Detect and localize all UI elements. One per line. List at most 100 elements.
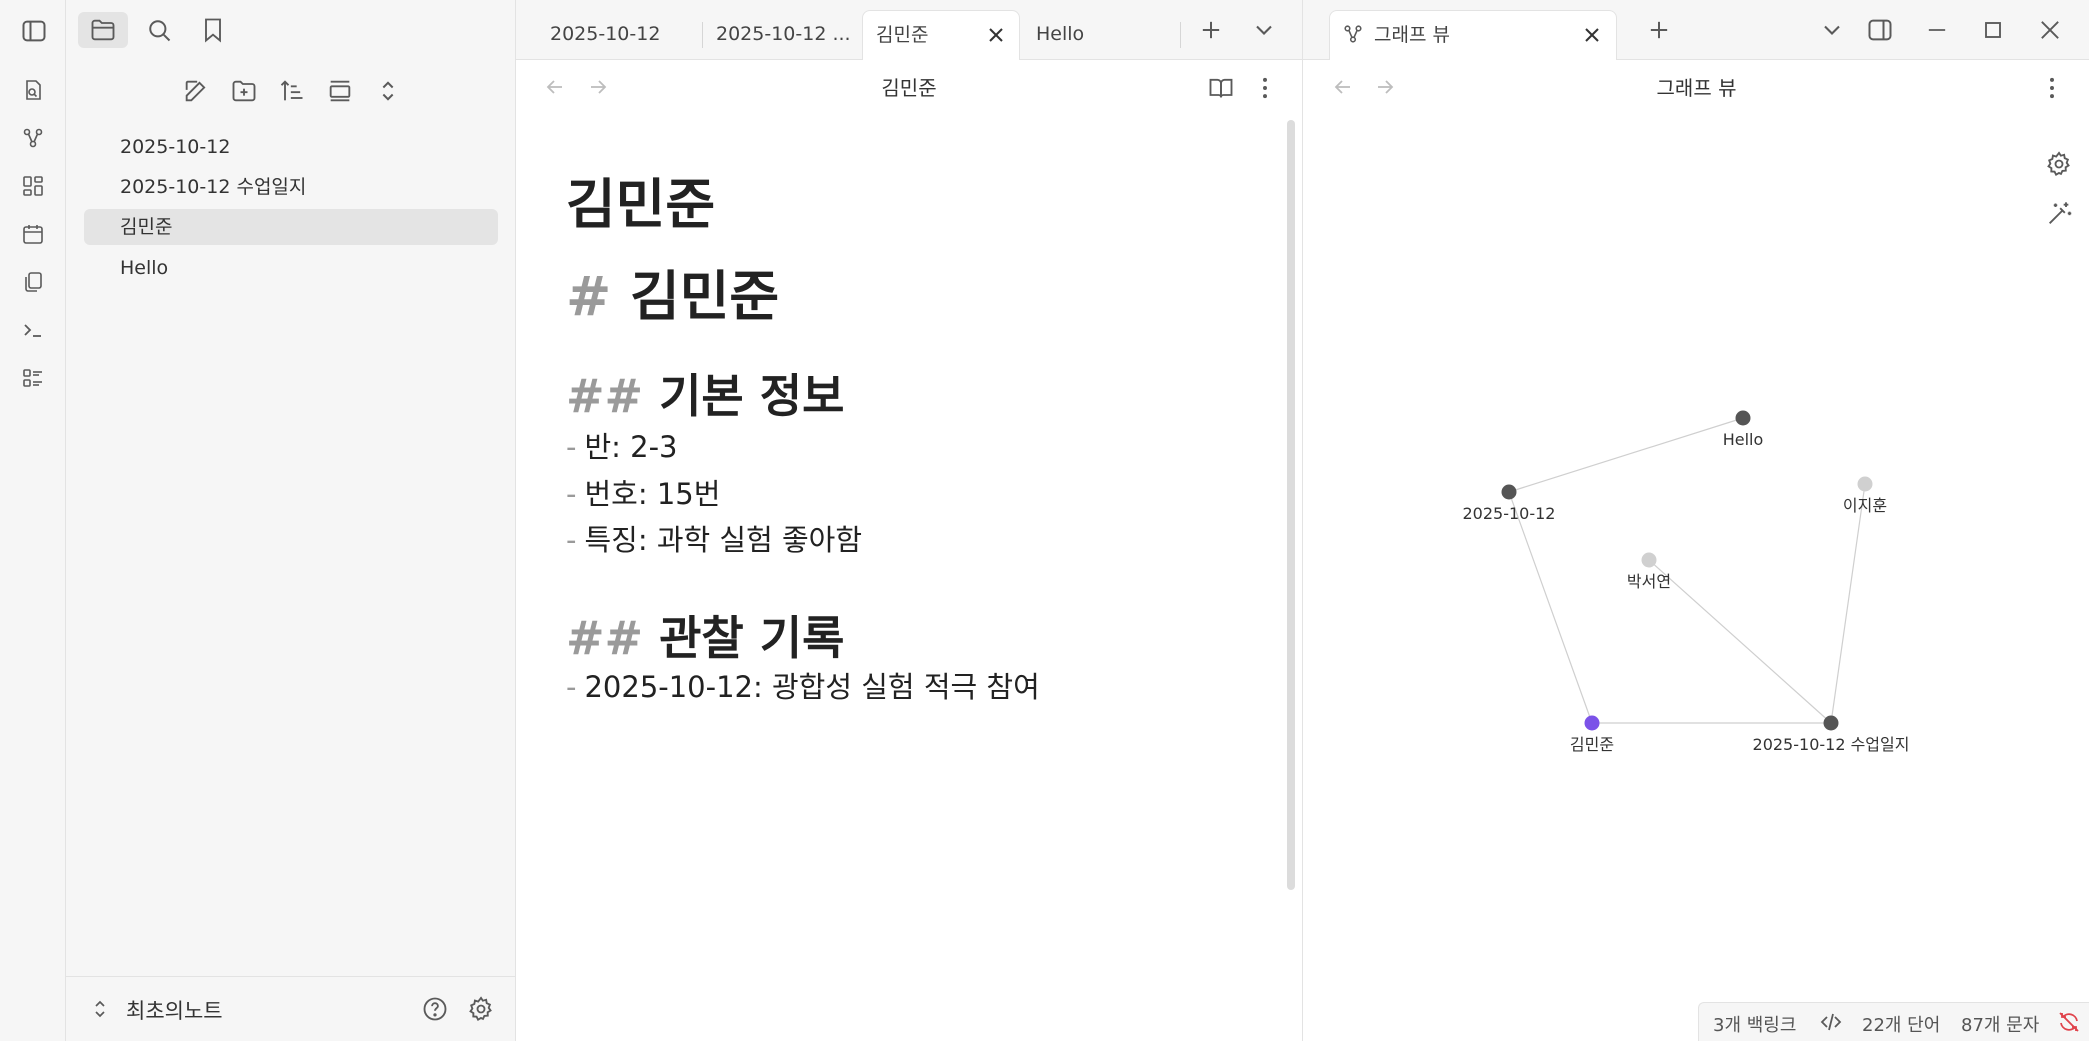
settings-gear-icon[interactable] xyxy=(467,995,495,1023)
graph-edge-d1012-hello xyxy=(1508,417,1744,493)
tab-hello[interactable]: Hello xyxy=(1020,10,1180,60)
graph-node-kimminjun[interactable] xyxy=(1584,715,1600,731)
new-folder-icon[interactable] xyxy=(230,77,258,105)
view-header-title[interactable]: 김민준 xyxy=(516,60,1302,116)
tab-bar: 그래프 뷰 xyxy=(1303,0,2089,60)
folder-icon[interactable] xyxy=(89,16,117,44)
tab-label: 그래프 뷰 xyxy=(1374,24,1450,46)
graph-node-d1012[interactable] xyxy=(1501,484,1517,500)
close-icon[interactable] xyxy=(1580,23,1604,47)
status-bar: 3개 백링크 22개 단어 87개 문자 xyxy=(1698,1002,2089,1041)
graph-node-label: 김민준 xyxy=(1570,735,1614,754)
toggle-right-sidebar-icon[interactable] xyxy=(1866,16,1894,44)
left-ribbon xyxy=(0,0,66,1041)
new-tab-plus-icon[interactable] xyxy=(1645,16,1673,44)
new-note-icon[interactable] xyxy=(182,77,210,105)
heading-text: 기본 정보 xyxy=(659,369,845,423)
templates-icon[interactable] xyxy=(21,270,45,294)
minimize-window-icon[interactable] xyxy=(1923,16,1951,44)
list-item[interactable]: - 반: 2-3 xyxy=(566,424,678,466)
toggle-sidebar-icon[interactable] xyxy=(20,17,48,45)
graph-canvas[interactable]: Hello 2025-10-12 이지훈박서연김민준 2025-10-12 수업일지 xyxy=(1303,120,2089,1000)
tab-2025-10-12[interactable]: 2025-10-12 xyxy=(528,10,706,60)
view-header-title[interactable]: 그래프 뷰 xyxy=(1303,60,2089,116)
heading-1[interactable]: # 김민준 xyxy=(566,252,779,331)
char-count: 87개 문자 xyxy=(1961,1015,2040,1036)
bullet-marker: - xyxy=(566,523,577,557)
graph-node-label: 박서연 xyxy=(1627,572,1671,591)
file-item-2025-10-12-class-log[interactable]: 2025-10-12 수업일지 xyxy=(84,169,498,205)
list-item-text: 번호: 15번 xyxy=(584,477,721,511)
more-options-icon[interactable] xyxy=(2038,74,2066,102)
close-icon[interactable] xyxy=(984,23,1008,47)
scrollbar[interactable] xyxy=(1287,120,1295,890)
graph-view-icon[interactable] xyxy=(21,126,45,150)
search-icon[interactable] xyxy=(145,16,173,44)
file-explorer-sidebar: 2025-10-12 2025-10-12 수업일지 김민준 Hello 최초의… xyxy=(66,0,516,1041)
list-item[interactable]: -2025-10-12: 광합성 실험 적극 참여 xyxy=(566,664,1040,706)
heading-marker: # xyxy=(566,265,612,328)
graph-edge-parkseoyeon-log xyxy=(1648,559,1832,724)
graph-icon xyxy=(1342,23,1364,45)
new-tab-plus-icon[interactable] xyxy=(1197,16,1225,44)
heading-text: 김민준 xyxy=(630,265,780,328)
more-options-icon[interactable] xyxy=(1251,74,1279,102)
graph-node-label: 2025-10-12 xyxy=(1463,504,1556,523)
word-count: 22개 단어 xyxy=(1862,1015,1941,1036)
heading-marker: ## xyxy=(566,611,644,665)
graph-node-parkseoyeon[interactable] xyxy=(1641,552,1657,568)
graph-node-label: 이지훈 xyxy=(1843,496,1887,515)
heading-marker: ## xyxy=(566,369,644,423)
daily-note-icon[interactable] xyxy=(21,222,45,246)
list-item[interactable]: - 특징: 과학 실험 좋아함 xyxy=(566,517,862,559)
sync-error-icon[interactable] xyxy=(2057,1010,2081,1034)
list-item-text: 2025-10-12: 광합성 실험 적극 참여 xyxy=(584,670,1040,704)
tab-2025-10-12-class-log[interactable]: 2025-10-12 ... xyxy=(694,10,856,60)
file-item-2025-10-12[interactable]: 2025-10-12 xyxy=(84,129,498,165)
bullet-marker: - xyxy=(566,430,577,464)
chevron-up-down-icon[interactable] xyxy=(88,997,112,1021)
inline-title[interactable]: 김민준 xyxy=(566,160,715,239)
tab-list-chevron-down-icon[interactable] xyxy=(1250,16,1278,44)
list-item-text: 특징: 과학 실험 좋아함 xyxy=(584,523,863,557)
tab-bar: 2025-10-12 2025-10-12 ... 김민준 Hello xyxy=(516,0,1302,60)
file-item-hello[interactable]: Hello xyxy=(84,250,498,286)
reading-view-book-icon[interactable] xyxy=(1207,74,1235,102)
graph-edge-d1012-kimminjun xyxy=(1508,491,1593,724)
bullet-marker: - xyxy=(566,477,577,511)
command-palette-icon[interactable] xyxy=(21,318,45,342)
heading-2-basic-info[interactable]: ## 기본 정보 xyxy=(566,360,844,426)
graph-node-label: 2025-10-12 수업일지 xyxy=(1753,735,1910,754)
graph-node-hello[interactable] xyxy=(1735,410,1751,426)
bookmark-icon[interactable] xyxy=(199,16,227,44)
list-item[interactable]: - 번호: 15번 xyxy=(566,471,720,513)
close-window-icon[interactable] xyxy=(2036,16,2064,44)
tab-list-chevron-down-icon[interactable] xyxy=(1818,16,1846,44)
vault-switcher-bar: 최초의노트 xyxy=(66,976,516,1041)
graph-edge-leejihun-log xyxy=(1830,483,1866,724)
collapse-all-icon[interactable] xyxy=(374,77,402,105)
source-mode-code-icon[interactable] xyxy=(1819,1010,1843,1034)
graph-pane: 그래프 뷰 그래프 뷰 Hello 2025-10-12 이지훈 박서연 김민준… xyxy=(1302,0,2089,1041)
bullet-marker: - xyxy=(566,670,577,704)
graph-node-log[interactable] xyxy=(1823,715,1839,731)
vault-name[interactable]: 최초의노트 xyxy=(126,995,223,1025)
tab-label: 김민준 xyxy=(876,24,929,46)
list-item-text: 반: 2-3 xyxy=(584,430,678,464)
tab-kim-minjun[interactable]: 김민준 xyxy=(862,10,1020,60)
canvas-icon[interactable] xyxy=(21,174,45,198)
tab-separator xyxy=(1180,22,1181,48)
sort-icon[interactable] xyxy=(278,77,306,105)
backlinks-count[interactable]: 3개 백링크 xyxy=(1713,1011,1796,1037)
graph-node-leejihun[interactable] xyxy=(1857,476,1873,492)
heading-text: 관찰 기록 xyxy=(659,611,845,665)
bases-icon[interactable] xyxy=(21,366,45,390)
auto-reveal-icon[interactable] xyxy=(326,77,354,105)
heading-2-observation[interactable]: ## 관찰 기록 xyxy=(566,602,844,668)
file-item-kim-minjun[interactable]: 김민준 xyxy=(84,209,498,245)
help-icon[interactable] xyxy=(421,995,449,1023)
open-switcher-icon[interactable] xyxy=(21,78,45,102)
maximize-window-icon[interactable] xyxy=(1979,16,2007,44)
tab-graph-view[interactable]: 그래프 뷰 xyxy=(1329,10,1617,60)
editor-pane: 2025-10-12 2025-10-12 ... 김민준 Hello 김민준 … xyxy=(516,0,1302,1041)
